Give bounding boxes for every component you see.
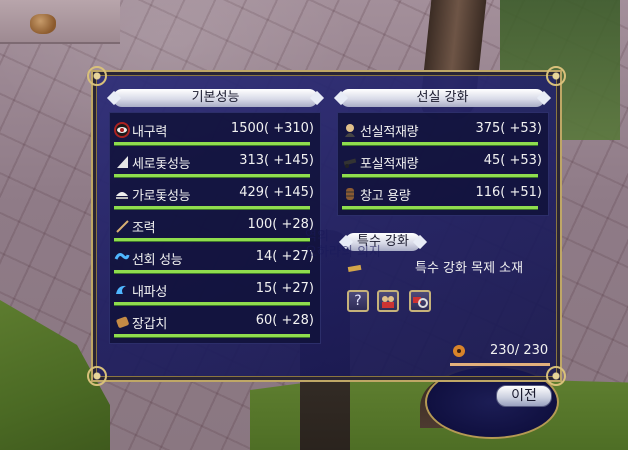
corner-ornament <box>546 366 566 386</box>
prev-button[interactable]: 이전 <box>496 385 552 407</box>
oar-icon <box>114 218 130 234</box>
crew-icon <box>379 296 397 314</box>
barrel-icon <box>342 186 358 202</box>
stat-row-square-sail: 가로돛성능 429( +145) <box>110 183 320 215</box>
stat-label: 선회 성능 <box>132 253 183 268</box>
stat-row-cargo: 창고 용량 116( +51) <box>338 183 548 215</box>
cabin-stats-box: 선실적재량 375( +53) 포실적재량 45( +53) 창고 용량 116… <box>337 112 549 216</box>
ship-stats-window: 기본성능 내구력 1500( +310) 세로돛성능 313( +145) 가로… <box>87 66 566 386</box>
inspect-icon <box>411 297 429 314</box>
sailor-icon <box>342 122 358 138</box>
stat-value: 15( +27) <box>255 281 314 296</box>
stat-value: 429( +145) <box>239 185 314 200</box>
corner-ornament <box>87 366 107 386</box>
stat-label: 포실적재량 <box>360 157 419 172</box>
stat-bar <box>114 238 310 241</box>
stat-row-crew-cabin: 선실적재량 375( +53) <box>338 119 548 151</box>
special-material-label: 특수 강화 목제 소재 <box>415 261 524 276</box>
square-sail-icon <box>114 186 130 202</box>
stat-value: 45( +53) <box>483 153 542 168</box>
stat-bar <box>342 206 538 209</box>
armor-plate-icon <box>114 314 130 330</box>
stat-bar <box>342 174 538 177</box>
gear-icon <box>450 342 468 360</box>
stat-label: 장갑치 <box>132 317 167 332</box>
stat-row-armor: 장갑치 60( +28) <box>110 311 320 343</box>
basic-stats-box: 내구력 1500( +310) 세로돛성능 313( +145) 가로돛성능 4… <box>109 112 321 344</box>
question-mark-icon: ? <box>354 293 362 309</box>
crew-button[interactable] <box>377 290 399 312</box>
stat-row-rowing: 조력 100( +28) <box>110 215 320 247</box>
inspect-button[interactable] <box>409 290 431 312</box>
stat-label: 내구력 <box>132 125 167 140</box>
stat-row-turning: 선회 성능 14( +27) <box>110 247 320 279</box>
stat-label: 세로돛성능 <box>132 157 191 172</box>
stat-value: 116( +51) <box>475 185 542 200</box>
stat-bar <box>114 302 310 305</box>
background-hud-text: 역의 오하라의 의지 <box>305 229 381 260</box>
stat-value: 1500( +310) <box>230 121 314 136</box>
sail-icon <box>114 154 130 170</box>
wave-icon <box>114 282 130 298</box>
durability-meter: 230/ 230 <box>450 342 550 366</box>
stat-row-fore-aft-sail: 세로돛성능 313( +145) <box>110 151 320 183</box>
stat-bar <box>114 174 310 177</box>
stat-bar <box>114 334 310 337</box>
stat-bar <box>114 206 310 209</box>
help-button[interactable]: ? <box>347 290 369 312</box>
stat-bar <box>114 142 310 145</box>
corner-ornament <box>546 66 566 86</box>
stat-bar <box>114 270 310 273</box>
eye-icon <box>114 122 130 138</box>
stat-value: 313( +145) <box>239 153 314 168</box>
corner-ornament <box>87 66 107 86</box>
cannon-icon <box>342 154 358 170</box>
stat-label: 조력 <box>132 221 156 236</box>
basic-section-title: 기본성능 <box>113 89 318 107</box>
stat-value: 60( +28) <box>255 313 314 328</box>
clay-pot <box>30 14 56 34</box>
stat-label: 가로돛성능 <box>132 189 191 204</box>
durability-bar <box>450 363 550 366</box>
stat-bar <box>342 142 538 145</box>
stat-row-durability: 내구력 1500( +310) <box>110 119 320 151</box>
cabin-section-title: 선실 강화 <box>340 89 545 107</box>
stat-row-gun-cabin: 포실적재량 45( +53) <box>338 151 548 183</box>
stat-label: 선실적재량 <box>360 125 419 140</box>
stat-label: 내파성 <box>132 285 167 300</box>
stat-label: 창고 용량 <box>360 189 411 204</box>
wave-turn-icon <box>114 250 130 266</box>
stat-row-wave-resistance: 내파성 15( +27) <box>110 279 320 311</box>
stone-wall <box>0 0 120 44</box>
durability-text: 230/ 230 <box>490 343 549 358</box>
stat-value: 375( +53) <box>475 121 542 136</box>
